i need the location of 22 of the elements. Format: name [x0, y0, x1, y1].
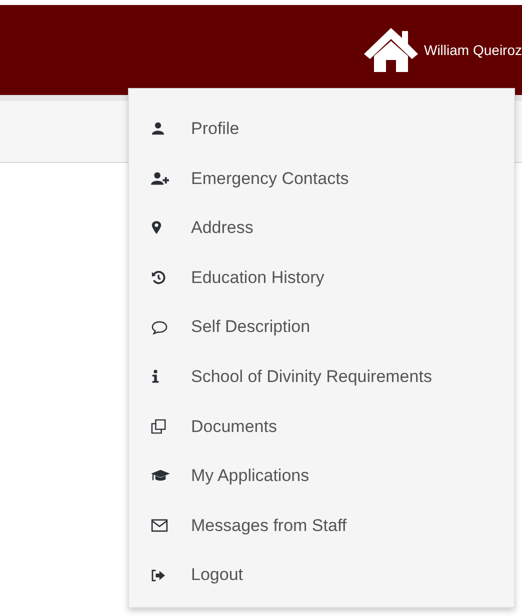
- graduation-icon: [151, 468, 170, 484]
- person-icon: [151, 121, 165, 136]
- info-icon: [151, 369, 160, 384]
- menu-item[interactable]: My Applications: [129, 451, 514, 501]
- home-icon[interactable]: [362, 26, 420, 74]
- documents-icon: [151, 418, 166, 434]
- menu-item[interactable]: Messages from Staff: [129, 500, 514, 550]
- menu-item[interactable]: Profile: [129, 104, 514, 154]
- history-icon: [151, 270, 166, 286]
- menu-item[interactable]: Education History: [129, 252, 514, 302]
- menu-item[interactable]: Logout: [129, 550, 514, 600]
- comment-icon: [151, 320, 168, 335]
- person-add-icon: [151, 170, 169, 186]
- menu-item[interactable]: Address: [129, 203, 514, 253]
- user-name[interactable]: William Queiroz: [424, 40, 522, 60]
- pin-icon: [151, 220, 162, 236]
- logout-icon: [151, 568, 166, 582]
- menu-item[interactable]: School of Divinity Requirements: [129, 352, 514, 402]
- menu-item[interactable]: Documents: [129, 402, 514, 452]
- menu-item[interactable]: Emergency Contacts: [129, 154, 514, 204]
- menu-item[interactable]: Self Description: [129, 302, 514, 352]
- envelope-icon: [151, 519, 168, 532]
